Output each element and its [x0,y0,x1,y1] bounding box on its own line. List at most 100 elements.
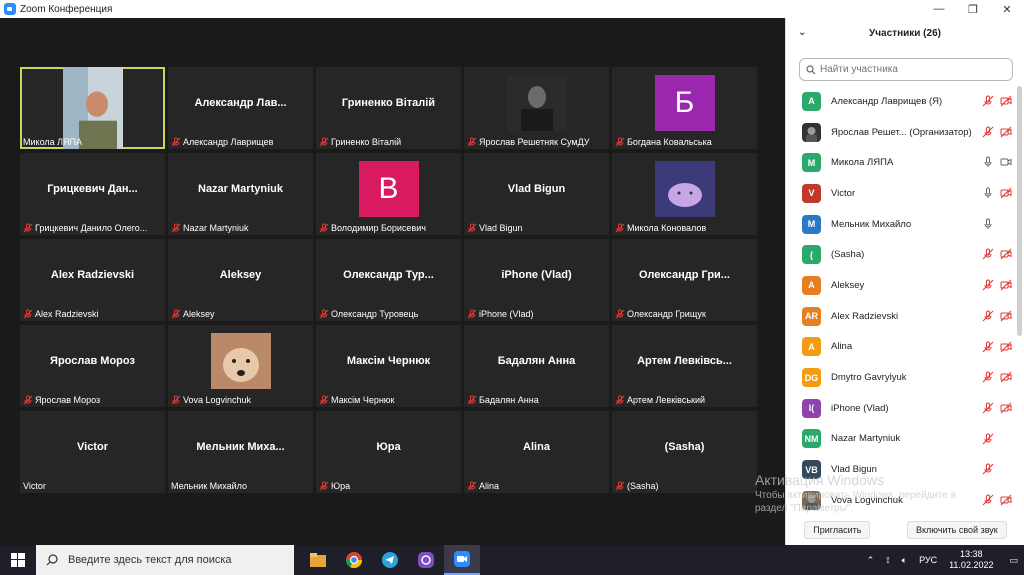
mic-muted-icon [319,309,329,319]
participant-row[interactable]: A Александр Лаврищев (Я) [786,86,1018,117]
video-tile[interactable]: Олександр Гри... Олександр Грищук [612,239,757,321]
video-tile[interactable]: Б Богдана Ковальська [612,67,757,149]
video-tile[interactable]: Артем Левківсь... Артем Левківський [612,325,757,407]
avatar [654,161,715,217]
close-button[interactable]: ✕ [990,0,1024,18]
mic-muted-icon[interactable] [982,341,994,353]
video-tile[interactable]: Бадалян Анна Бадалян Анна [464,325,609,407]
video-off-icon[interactable] [1000,279,1012,291]
mic-muted-icon [319,223,329,233]
video-tile[interactable]: Alex Radzievski Alex Radzievski [20,239,165,321]
video-off-icon[interactable] [1000,310,1012,322]
taskbar-app-zoom[interactable] [444,545,480,575]
video-off-icon[interactable] [1000,95,1012,107]
video-tile[interactable]: Мельник Миха... Мельник Михайло [168,411,313,493]
video-off-icon[interactable] [1000,248,1012,260]
participant-row[interactable]: M Мельник Михайло [786,209,1018,240]
video-tile[interactable]: Юра Юра [316,411,461,493]
participant-name-large: Гриненко Віталій [341,97,436,109]
maximize-button[interactable]: ❐ [956,0,990,18]
video-off-icon[interactable] [1000,126,1012,138]
video-tile[interactable]: Victor Victor [20,411,165,493]
chevron-down-icon[interactable]: ⌄ [798,27,806,38]
video-camera-icon[interactable] [1000,156,1012,168]
taskbar-app-chrome[interactable] [336,545,372,575]
video-off-icon[interactable] [1000,494,1012,506]
avatar: AR [802,306,821,326]
clock[interactable]: 13:38 11.02.2022 [949,549,993,571]
language-indicator[interactable]: РУС [919,555,937,565]
minimize-button[interactable]: — [922,0,956,18]
participant-name: Aleksey [831,279,865,291]
taskbar-search[interactable]: Введите здесь текст для поиска [36,545,294,575]
chevron-up-icon[interactable]: ⌃ [867,555,875,566]
mic-icon[interactable] [982,187,994,199]
video-tile[interactable]: Максім Чернюк Максім Чернюк [316,325,461,407]
mic-muted-icon [615,137,625,147]
video-tile[interactable]: Гриненко Віталій Гриненко Віталій [316,67,461,149]
mic-muted-icon[interactable] [982,279,994,291]
participant-caption-name: iPhone (Vlad) [479,309,534,319]
mic-muted-icon[interactable] [982,95,994,107]
video-tile[interactable]: Aleksey Aleksey [168,239,313,321]
mic-muted-icon[interactable] [982,463,994,475]
video-grid: Микола ЛЯПА Александр Лав... Александр Лав… [20,67,765,493]
participant-caption: Артем Левківський [615,395,754,405]
participant-row[interactable]: Ярослав Решет... (Организатор) [786,117,1018,148]
video-tile[interactable]: iPhone (Vlad) iPhone (Vlad) [464,239,609,321]
video-off-icon[interactable] [1000,187,1012,199]
participant-row[interactable]: NM Nazar Martyniuk [786,424,1018,455]
network-icon[interactable]: ⟟ [886,555,889,566]
search-icon [46,554,58,566]
video-tile[interactable]: Микола ЛЯПА [20,67,165,149]
mic-icon[interactable] [982,156,994,168]
participant-row[interactable]: AR Alex Radzievski [786,301,1018,332]
windows-start-button[interactable] [0,545,36,575]
participant-row[interactable]: M Микола ЛЯПА [786,147,1018,178]
video-tile[interactable]: В Володимир Борисевич [316,153,461,235]
video-tile[interactable]: Ярослав Решетняк СумДУ [464,67,609,149]
mic-muted-icon[interactable] [982,433,994,445]
participant-search[interactable] [799,58,1013,81]
volume-icon[interactable]: 🔈︎ [902,555,907,566]
mic-muted-icon[interactable] [982,494,994,506]
unmute-self-button[interactable]: Включить свой звук [906,521,1007,539]
video-tile[interactable]: Nazar Martyniuk Nazar Martyniuk [168,153,313,235]
participant-row[interactable]: ( (Sasha) [786,239,1018,270]
taskbar-app-viber[interactable] [408,545,444,575]
mic-muted-icon[interactable] [982,310,994,322]
video-tile[interactable]: Vlad Bigun Vlad Bigun [464,153,609,235]
participant-search-input[interactable] [820,64,1000,75]
participant-list-scrollbar[interactable] [1017,86,1022,336]
video-tile[interactable]: Грицкевич Дан... Грицкевич Данило Олего..… [20,153,165,235]
title-bar: Zoom Конференция — ❐ ✕ [0,0,1024,18]
mic-muted-icon [319,395,329,405]
participant-row[interactable]: A Aleksey [786,270,1018,301]
video-tile[interactable]: Александр Лав... Александр Лаврищев [168,67,313,149]
mic-muted-icon[interactable] [982,402,994,414]
video-off-icon[interactable] [1000,402,1012,414]
participant-row[interactable]: I(iPhone (Vlad) [786,393,1018,424]
mic-muted-icon[interactable] [982,371,994,383]
participant-row[interactable]: A Alina [786,332,1018,363]
participant-name-large: Alina [523,441,550,453]
video-tile[interactable]: Alina Alina [464,411,609,493]
video-tile[interactable]: Микола Коновалов [612,153,757,235]
video-tile[interactable]: Vova Logvinchuk [168,325,313,407]
taskbar-app-explorer[interactable] [300,545,336,575]
mic-icon[interactable] [982,218,994,230]
mic-muted-icon[interactable] [982,248,994,260]
video-off-icon[interactable] [1000,341,1012,353]
mic-muted-icon[interactable] [982,126,994,138]
notifications-icon[interactable]: ▭ [1009,555,1018,566]
taskbar-app-telegram[interactable] [372,545,408,575]
video-tile[interactable]: (Sasha) (Sasha) [612,411,757,493]
participant-row[interactable]: DG Dmytro Gavrylyuk [786,362,1018,393]
mic-muted-icon [467,309,477,319]
video-off-icon[interactable] [1000,371,1012,383]
invite-button[interactable]: Пригласить [804,521,871,539]
participant-row[interactable]: V Victor [786,178,1018,209]
video-tile[interactable]: Ярослав Мороз Ярослав Мороз [20,325,165,407]
video-tile[interactable]: Олександр Тур... Олександр Туровець [316,239,461,321]
participants-header: ⌄ Участники (26) [786,18,1024,48]
